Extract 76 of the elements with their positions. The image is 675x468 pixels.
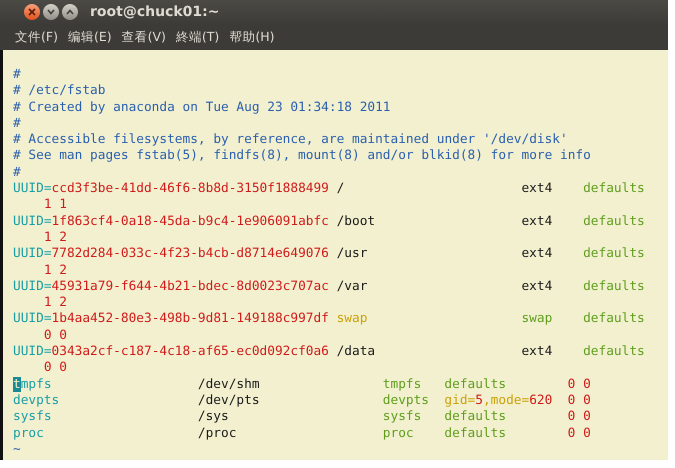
device-name: devpts [13,392,60,408]
window-title: root@chuck01:~ [90,4,220,20]
menu-item[interactable]: 終端(T) [176,28,220,46]
filesystem-type: sysfs [382,409,422,424]
dump-pass: 0 0 [568,409,591,426]
chevron-down-icon [47,9,55,15]
dump-pass: 0 0 [568,376,591,393]
uuid-value: 7782d284-033c-4f23-b4cb-d8714e649076 [52,246,330,263]
mount-options: defaults [444,426,506,441]
menu-item[interactable]: 查看(V) [122,28,166,46]
filesystem-type: ext4 [521,278,552,294]
menu-item[interactable]: 帮助(H) [229,28,274,46]
mount-options: defaults [583,246,645,263]
mount-point: /dev/shm [198,376,260,392]
comment-line: # Created by anaconda on Tue Aug 23 01:34:18 2011 [13,100,391,116]
filesystem-type: ext4 [521,214,552,229]
dump-pass: 0 0 [568,426,591,442]
dump-pass: 1 1 [44,197,67,214]
uuid-key: UUID= [13,246,52,263]
maximize-button[interactable] [62,4,78,20]
mount-point: /sys [198,409,229,424]
mount-options: defaults [444,376,506,392]
comment-line: # /etc/fstab [13,83,106,100]
device-name: sysfs [13,409,52,424]
chevron-up-icon [66,9,74,15]
dump-pass: 0 0 [44,360,67,377]
uuid-key: UUID= [13,311,52,328]
dump-pass: 1 2 [44,262,67,279]
comment-line: # [13,164,21,182]
empty-line-tilde: ~ [13,442,21,458]
close-button[interactable] [24,4,40,20]
menu-item[interactable]: 文件(F) [15,28,58,46]
uuid-value: 1b4aa452-80e3-498b-9d81-149188c997df [52,311,330,328]
menu-item[interactable]: 编辑(E) [68,28,112,46]
mount-options: defaults [583,214,645,230]
comment-line: # [13,116,21,132]
mount-point: /boot [336,214,376,229]
close-icon [28,8,36,16]
mount-point: /proc [198,426,236,441]
dump-pass: 1 2 [44,295,67,312]
dump-pass: 1 2 [44,230,67,246]
filesystem-type: ext4 [521,181,552,196]
uuid-value: 0343a2cf-c187-4c18-af65-ec0d092cf0a6 [52,344,330,360]
device-name: proc [13,426,44,441]
dump-pass: 0 0 [568,392,591,410]
mount-options: defaults [444,409,506,424]
mount-point: /data [336,344,376,360]
uuid-value: 1f863cf4-0a18-45da-b9c4-1e906091abfc [52,214,330,230]
filesystem-type: tmpfs [382,376,422,392]
mount-point: / [336,181,344,196]
device-name: tmpfs [13,376,52,392]
mount-point: /usr [336,246,368,262]
uuid-key: UUID= [13,344,52,360]
comment-line: # See man pages fstab(5), findfs(8), mount(8) and/or blkid(8) for more info [13,148,591,165]
uuid-value: 45931a79-f644-4b21-bdec-8d0023c707ac [52,278,330,296]
minimize-button[interactable] [43,4,59,20]
filesystem-type: proc [382,426,414,441]
filesystem-type: ext4 [521,344,552,360]
mount-point: /var [336,278,368,294]
filesystem-type: ext4 [521,246,552,262]
filesystem-type: devpts [382,392,430,408]
uuid-key: UUID= [13,214,52,230]
mount-options: defaults [583,311,645,328]
mount-options: defaults [583,181,645,198]
comment-line: # Accessible filesystems, by reference, are maintained under '/dev/disk' [13,132,568,148]
mount-options: gid=5,mode=620 [444,392,552,408]
uuid-value: ccd3f3be-41dd-46f6-8b8d-3150f1888499 [52,181,330,198]
mount-options: defaults [583,278,645,296]
uuid-key: UUID= [13,181,52,198]
mount-point: /dev/pts [198,392,260,408]
dump-pass: 0 0 [44,328,67,344]
uuid-key: UUID= [13,278,52,296]
mount-options: defaults [583,344,645,360]
filesystem-type: swap [521,311,552,326]
mount-point: swap [336,311,368,326]
comment-line: # [13,67,21,84]
